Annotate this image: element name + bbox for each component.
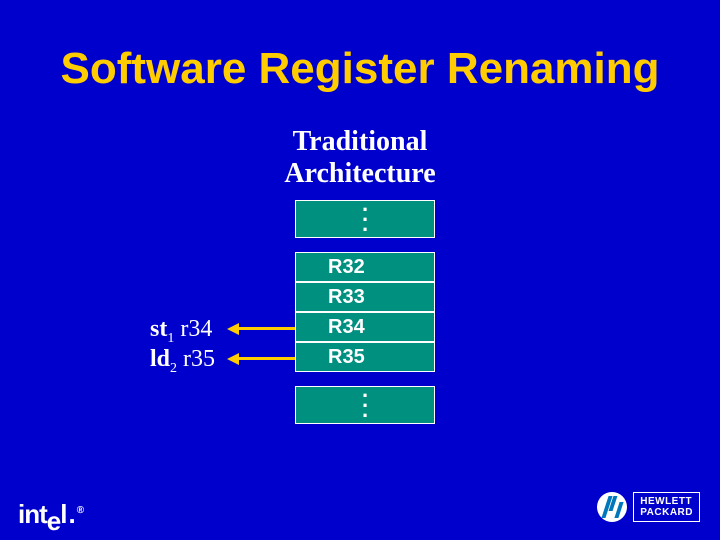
page-title: Software Register Renaming — [0, 44, 720, 94]
subtitle-line-1: Traditional — [293, 126, 428, 157]
register-file-bottom-ellipsis: ... — [295, 386, 435, 424]
instruction-st1: st1 r34 — [150, 316, 212, 347]
instruction-ld2: ld2 r35 — [150, 346, 215, 377]
slide: Software Register Renaming Traditional A… — [0, 0, 720, 540]
vertical-ellipsis-icon: ... — [362, 385, 368, 415]
hp-logo: HEWLETT PACKARD — [597, 492, 700, 522]
subtitle: Traditional Architecture — [0, 126, 720, 190]
intel-logo: intel.® — [18, 499, 83, 530]
hp-wordmark: HEWLETT PACKARD — [633, 492, 700, 522]
instruction-op: ld — [150, 346, 170, 372]
register-cell-r32: R32 — [295, 252, 435, 282]
hp-line-1: HEWLETT — [640, 496, 693, 507]
register-cell-r35: R35 — [295, 342, 435, 372]
hp-line-2: PACKARD — [640, 507, 693, 518]
register-file: ... R32 R33 R34 R35 ... — [295, 200, 435, 424]
subtitle-line-2: Architecture — [284, 158, 435, 189]
register-cell-r34: R34 — [295, 312, 435, 342]
hp-roundel-icon — [597, 492, 627, 522]
instruction-reg: r35 — [177, 346, 215, 372]
vertical-ellipsis-icon: ... — [362, 199, 368, 229]
arrow-r34-to-st1 — [239, 327, 295, 330]
arrow-head-icon — [227, 323, 239, 335]
instruction-op: st — [150, 316, 167, 342]
instruction-subscript: 2 — [170, 361, 177, 376]
register-cell-r33: R33 — [295, 282, 435, 312]
instruction-reg: r34 — [174, 316, 212, 342]
register-file-top-ellipsis: ... — [295, 200, 435, 238]
arrow-head-icon — [227, 353, 239, 365]
arrow-r35-to-ld2 — [239, 357, 295, 360]
